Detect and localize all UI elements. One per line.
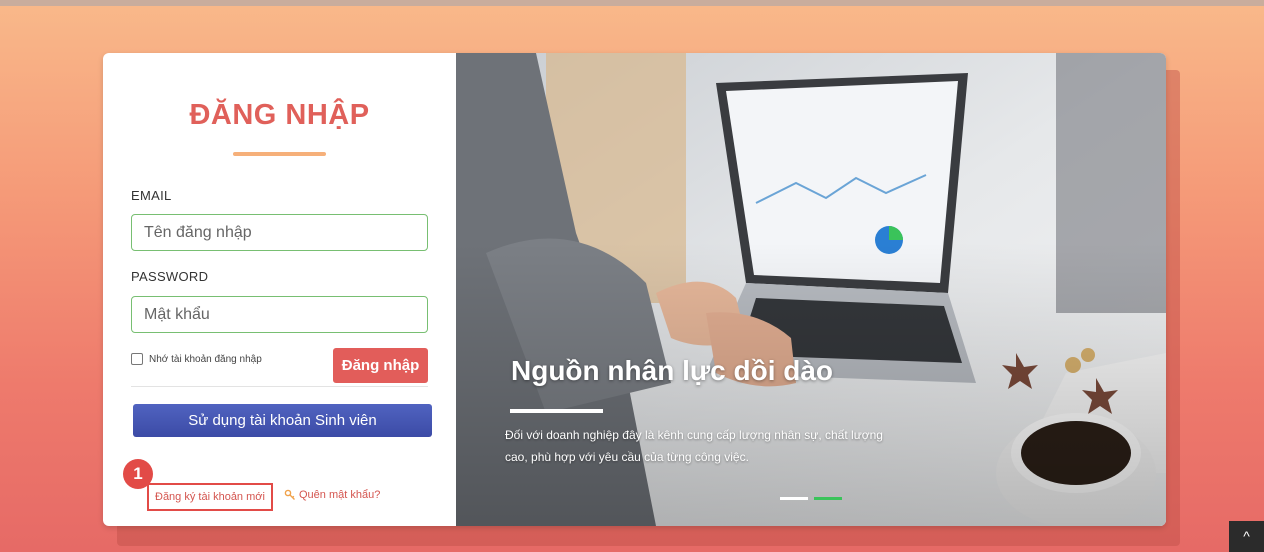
hero-panel: Nguồn nhân lực dồi dào Đối với doanh ngh…: [456, 53, 1166, 526]
carousel-dot-1[interactable]: [780, 497, 808, 500]
register-link[interactable]: Đăng ký tài khoản mới: [147, 483, 273, 511]
email-label: EMAIL: [131, 188, 172, 203]
email-field[interactable]: [131, 214, 428, 251]
login-card: ĐĂNG NHẬP EMAIL PASSWORD Nhớ tài khoản đ…: [103, 53, 1166, 526]
forgot-password-link[interactable]: Quên mật khẩu?: [284, 489, 380, 501]
login-panel: ĐĂNG NHẬP EMAIL PASSWORD Nhớ tài khoản đ…: [103, 53, 456, 526]
remember-checkbox[interactable]: [131, 353, 143, 365]
carousel-dot-2[interactable]: [814, 497, 842, 500]
hero-description: Đối với doanh nghiệp đây là kênh cung cấ…: [505, 428, 883, 464]
top-bar: [0, 0, 1264, 6]
remember-me[interactable]: Nhớ tài khoản đăng nhập: [131, 353, 262, 365]
carousel-indicators: [780, 497, 842, 500]
forgot-password-label: Quên mật khẩu?: [299, 489, 381, 501]
title-underline: [233, 152, 326, 156]
password-label: PASSWORD: [131, 269, 209, 284]
divider: [131, 386, 428, 387]
scroll-to-top-button[interactable]: ^: [1229, 521, 1264, 552]
password-field[interactable]: [131, 296, 428, 333]
hero-headline: Nguồn nhân lực dồi dào: [511, 355, 834, 386]
student-account-button[interactable]: Sử dụng tài khoản Sinh viên: [133, 404, 432, 437]
remember-label: Nhớ tài khoản đăng nhập: [149, 353, 262, 365]
login-title: ĐĂNG NHẬP: [189, 99, 370, 131]
key-icon: [284, 489, 295, 500]
chevron-up-icon: ^: [1243, 528, 1250, 544]
login-button[interactable]: Đăng nhập: [333, 348, 428, 383]
hero-underline: [510, 409, 603, 413]
step-badge: 1: [123, 459, 153, 489]
